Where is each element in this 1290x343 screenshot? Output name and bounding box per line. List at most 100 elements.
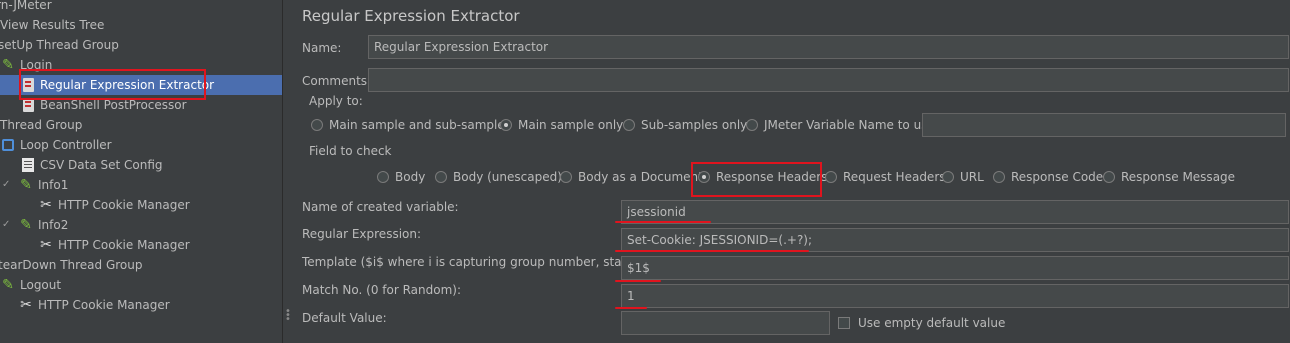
radio-icon (377, 171, 389, 183)
sampler-icon: ✎ (20, 217, 32, 233)
name-label: Name: (302, 41, 342, 55)
tree-item-label: View Results Tree (0, 18, 105, 32)
radio-selected-icon (698, 171, 710, 183)
csv-config-icon (20, 157, 36, 173)
tree-item-label: Info2 (38, 218, 69, 232)
radio-label: Sub-samples only (641, 118, 748, 132)
checkbox-label: Use empty default value (858, 316, 1006, 330)
tree-item-label: HTTP Cookie Manager (38, 298, 170, 312)
tree-item-view-results-tree[interactable]: View Results Tree (0, 15, 104, 35)
radio-icon (435, 171, 447, 183)
template-label: Template ($i$ where i is capturing group… (302, 255, 674, 269)
default-value-label: Default Value: (302, 311, 387, 325)
tree-item-setup-thread-group[interactable]: setUp Thread Group (0, 35, 119, 55)
radio-label: Response Message (1121, 170, 1236, 184)
tree-item-cookie-manager-2[interactable]: ✂ HTTP Cookie Manager (38, 235, 190, 255)
extractor-icon (20, 77, 36, 93)
radio-icon (993, 171, 1005, 183)
tree-item-logout[interactable]: ✎ Logout (0, 275, 61, 295)
radio-icon (311, 119, 323, 131)
loop-controller-icon (0, 137, 16, 153)
refname-label: Name of created variable: (302, 200, 459, 214)
tree-item-test-plan[interactable]: rn-JMeter (0, 0, 52, 15)
radio-label: Response Code (1011, 170, 1104, 184)
match-no-field[interactable]: 1 (621, 284, 1289, 308)
name-field[interactable]: Regular Expression Extractor (368, 35, 1289, 59)
sampler-icon: ✎ (2, 57, 14, 73)
tree-item-beanshell-postprocessor[interactable]: BeanShell PostProcessor (20, 95, 187, 115)
tree-item-info1[interactable]: ✓ ✎ Info1 (2, 175, 68, 195)
radio-label: URL (960, 170, 984, 184)
field-body-unescaped-radio[interactable]: Body (unescaped) (435, 170, 562, 184)
tree-item-loop-controller[interactable]: Loop Controller (0, 135, 112, 155)
extractor-panel: Regular Expression Extractor Name: Regul… (291, 0, 1290, 343)
page-title: Regular Expression Extractor (302, 7, 520, 25)
match-no-label: Match No. (0 for Random): (302, 283, 462, 297)
tree-item-info2[interactable]: ✓ ✎ Info2 (2, 215, 68, 235)
checkbox-icon (838, 317, 850, 329)
radio-icon (746, 119, 758, 131)
comments-label: Comments: (302, 74, 372, 88)
tree-item-label: tearDown Thread Group (0, 258, 143, 272)
apply-to-jmeter-variable-radio[interactable]: JMeter Variable Name to use (746, 118, 935, 132)
radio-icon (560, 171, 572, 183)
radio-label: JMeter Variable Name to use (764, 118, 935, 132)
apply-to-sub-only-radio[interactable]: Sub-samples only (623, 118, 747, 132)
comments-field[interactable] (368, 68, 1289, 92)
tree-item-csv-data-set-config[interactable]: CSV Data Set Config (20, 155, 163, 175)
sampler-icon: ✎ (20, 177, 32, 193)
config-tool-icon: ✂ (20, 297, 32, 313)
tree-item-label: setUp Thread Group (0, 38, 119, 52)
refname-field[interactable]: jsessionid (621, 200, 1289, 224)
apply-to-main-only-radio[interactable]: Main sample only (500, 118, 623, 132)
field-to-check-label: Field to check (309, 144, 392, 158)
radio-icon (1103, 171, 1115, 183)
tree-item-label: Thread Group (0, 118, 83, 132)
radio-icon (825, 171, 837, 183)
tree-item-regex-extractor[interactable]: Regular Expression Extractor (0, 75, 282, 95)
regex-label: Regular Expression: (302, 227, 422, 241)
tree-item-label: Loop Controller (20, 138, 112, 152)
tree-item-thread-group[interactable]: Thread Group (0, 115, 82, 135)
tree-item-label: Info1 (38, 178, 69, 192)
radio-label: Body as a Document (578, 170, 703, 184)
field-response-headers-radio[interactable]: Response Headers (698, 170, 827, 184)
field-request-headers-radio[interactable]: Request Headers (825, 170, 946, 184)
default-value-field[interactable] (621, 311, 830, 335)
radio-label: Body (395, 170, 426, 184)
tree-item-label: HTTP Cookie Manager (58, 198, 190, 212)
pane-splitter[interactable]: • • • (282, 0, 291, 343)
field-url-radio[interactable]: URL (942, 170, 984, 184)
annotation-underline (615, 280, 661, 282)
tree-item-teardown-thread-group[interactable]: tearDown Thread Group (0, 255, 143, 275)
radio-icon (942, 171, 954, 183)
jmeter-variable-name-field[interactable] (922, 113, 1286, 137)
tree-item-label: Regular Expression Extractor (40, 78, 215, 92)
radio-label: Body (unescaped) (453, 170, 562, 184)
radio-selected-icon (500, 119, 512, 131)
field-response-code-radio[interactable]: Response Code (993, 170, 1103, 184)
field-response-message-radio[interactable]: Response Message (1103, 170, 1235, 184)
tree-item-label: Logout (20, 278, 62, 292)
field-body-as-document-radio[interactable]: Body as a Document (560, 170, 703, 184)
tree-item-label: rn-JMeter (0, 0, 52, 12)
radio-icon (623, 119, 635, 131)
postprocessor-icon (20, 97, 36, 113)
regex-field[interactable]: Set-Cookie: JSESSIONID=(.+?); (621, 228, 1289, 252)
tree-item-label: Login (20, 58, 53, 72)
chevron-down-icon[interactable]: ✓ (2, 175, 12, 195)
chevron-down-icon[interactable]: ✓ (2, 215, 12, 235)
tree-item-login[interactable]: ✎ Login (0, 55, 52, 75)
tree-item-label: BeanShell PostProcessor (40, 98, 187, 112)
field-body-radio[interactable]: Body (377, 170, 425, 184)
config-tool-icon: ✂ (40, 237, 52, 253)
config-tool-icon: ✂ (40, 197, 52, 213)
test-plan-tree: rn-JMeter View Results Tree setUp Thread… (0, 0, 282, 343)
template-field[interactable]: $1$ (621, 256, 1289, 280)
apply-to-main-and-sub-radio[interactable]: Main sample and sub-samples (311, 118, 511, 132)
tree-item-cookie-manager-1[interactable]: ✂ HTTP Cookie Manager (38, 195, 190, 215)
radio-label: Request Headers (843, 170, 946, 184)
use-empty-default-checkbox[interactable]: Use empty default value (838, 316, 1005, 330)
tree-item-label: CSV Data Set Config (40, 158, 163, 172)
tree-item-cookie-manager-3[interactable]: ✂ HTTP Cookie Manager (18, 295, 170, 315)
